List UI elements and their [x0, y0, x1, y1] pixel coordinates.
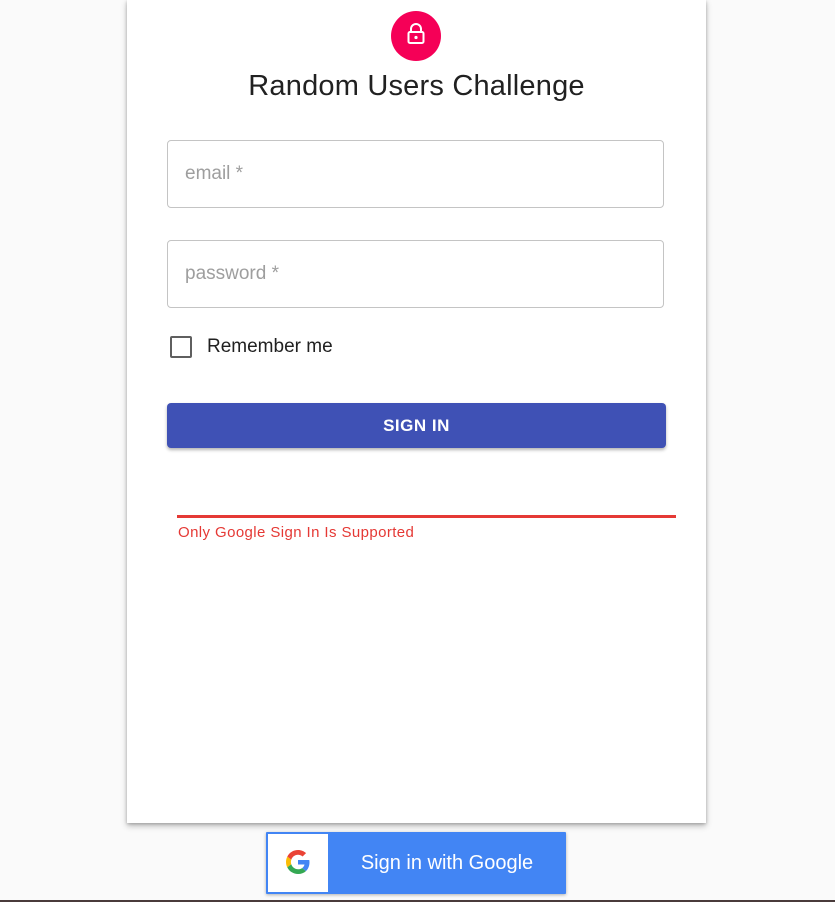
remember-me-checkbox[interactable] [170, 336, 192, 358]
error-message: Only Google Sign In Is Supported [178, 524, 415, 541]
email-field[interactable] [168, 141, 663, 207]
lock-icon [404, 22, 428, 51]
google-sign-in-label: Sign in with Google [360, 852, 534, 874]
google-logo-container [268, 834, 328, 892]
email-field-container [167, 140, 664, 208]
sign-in-button[interactable]: SIGN IN [167, 403, 666, 448]
error-underline [177, 515, 676, 518]
login-card: Random Users Challenge Remember me SIGN … [127, 0, 706, 823]
google-logo-icon [286, 849, 310, 877]
google-sign-in-button[interactable]: Sign in with Google [266, 832, 566, 894]
remember-me-label[interactable]: Remember me [207, 336, 333, 358]
avatar [391, 11, 441, 61]
remember-me[interactable]: Remember me [167, 333, 333, 361]
password-field-container [167, 240, 664, 308]
password-field[interactable] [168, 241, 663, 307]
page-title: Random Users Challenge [248, 70, 585, 102]
